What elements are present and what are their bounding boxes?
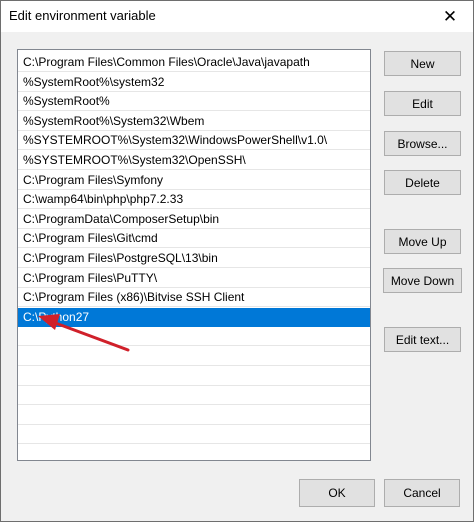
edit-button[interactable]: Edit <box>384 91 461 116</box>
list-item[interactable]: C:\Program Files (x86)\Bitvise SSH Clien… <box>18 288 370 308</box>
browse-button[interactable]: Browse... <box>384 131 461 156</box>
edit-text-button[interactable]: Edit text... <box>384 327 461 352</box>
delete-button[interactable]: Delete <box>384 170 461 195</box>
list-item[interactable]: C:\Program Files\PuTTY\ <box>18 269 370 288</box>
move-down-button[interactable]: Move Down <box>383 268 462 293</box>
edit-environment-variable-dialog: Edit environment variable ✕ C:\Program F… <box>0 0 474 522</box>
empty-list-row[interactable] <box>18 367 370 386</box>
list-item[interactable]: C:\Program Files\Common Files\Oracle\Jav… <box>18 53 370 72</box>
list-item[interactable]: %SYSTEMROOT%\System32\OpenSSH\ <box>18 151 370 170</box>
list-item[interactable]: C:\Program Files\Git\cmd <box>18 229 370 249</box>
ok-button[interactable]: OK <box>299 479 375 507</box>
list-item[interactable]: C:\Python27 <box>18 307 370 327</box>
list-item[interactable]: C:\Program Files\PostgreSQL\13\bin <box>18 249 370 268</box>
list-item[interactable]: C:\Program Files\Symfony <box>18 171 370 190</box>
list-item[interactable]: %SystemRoot% <box>18 92 370 112</box>
window-title: Edit environment variable <box>9 8 156 23</box>
list-item[interactable]: %SystemRoot%\system32 <box>18 73 370 92</box>
title-bar: Edit environment variable ✕ <box>1 1 473 32</box>
empty-list-row[interactable] <box>18 425 370 445</box>
list-item[interactable]: %SystemRoot%\System32\Wbem <box>18 112 370 131</box>
empty-list-row[interactable] <box>18 327 370 347</box>
empty-list-row[interactable] <box>18 445 370 460</box>
list-item[interactable]: C:\ProgramData\ComposerSetup\bin <box>18 210 370 229</box>
cancel-button[interactable]: Cancel <box>384 479 460 507</box>
empty-list-row[interactable] <box>18 347 370 366</box>
list-item[interactable]: C:\wamp64\bin\php\php7.2.33 <box>18 190 370 210</box>
empty-list-row[interactable] <box>18 386 370 406</box>
path-list[interactable]: C:\Program Files\Common Files\Oracle\Jav… <box>17 49 371 461</box>
empty-list-row[interactable] <box>18 406 370 425</box>
list-item[interactable]: %SYSTEMROOT%\System32\WindowsPowerShell\… <box>18 131 370 151</box>
close-icon[interactable]: ✕ <box>427 1 473 32</box>
move-up-button[interactable]: Move Up <box>384 229 461 254</box>
new-button[interactable]: New <box>384 51 461 76</box>
